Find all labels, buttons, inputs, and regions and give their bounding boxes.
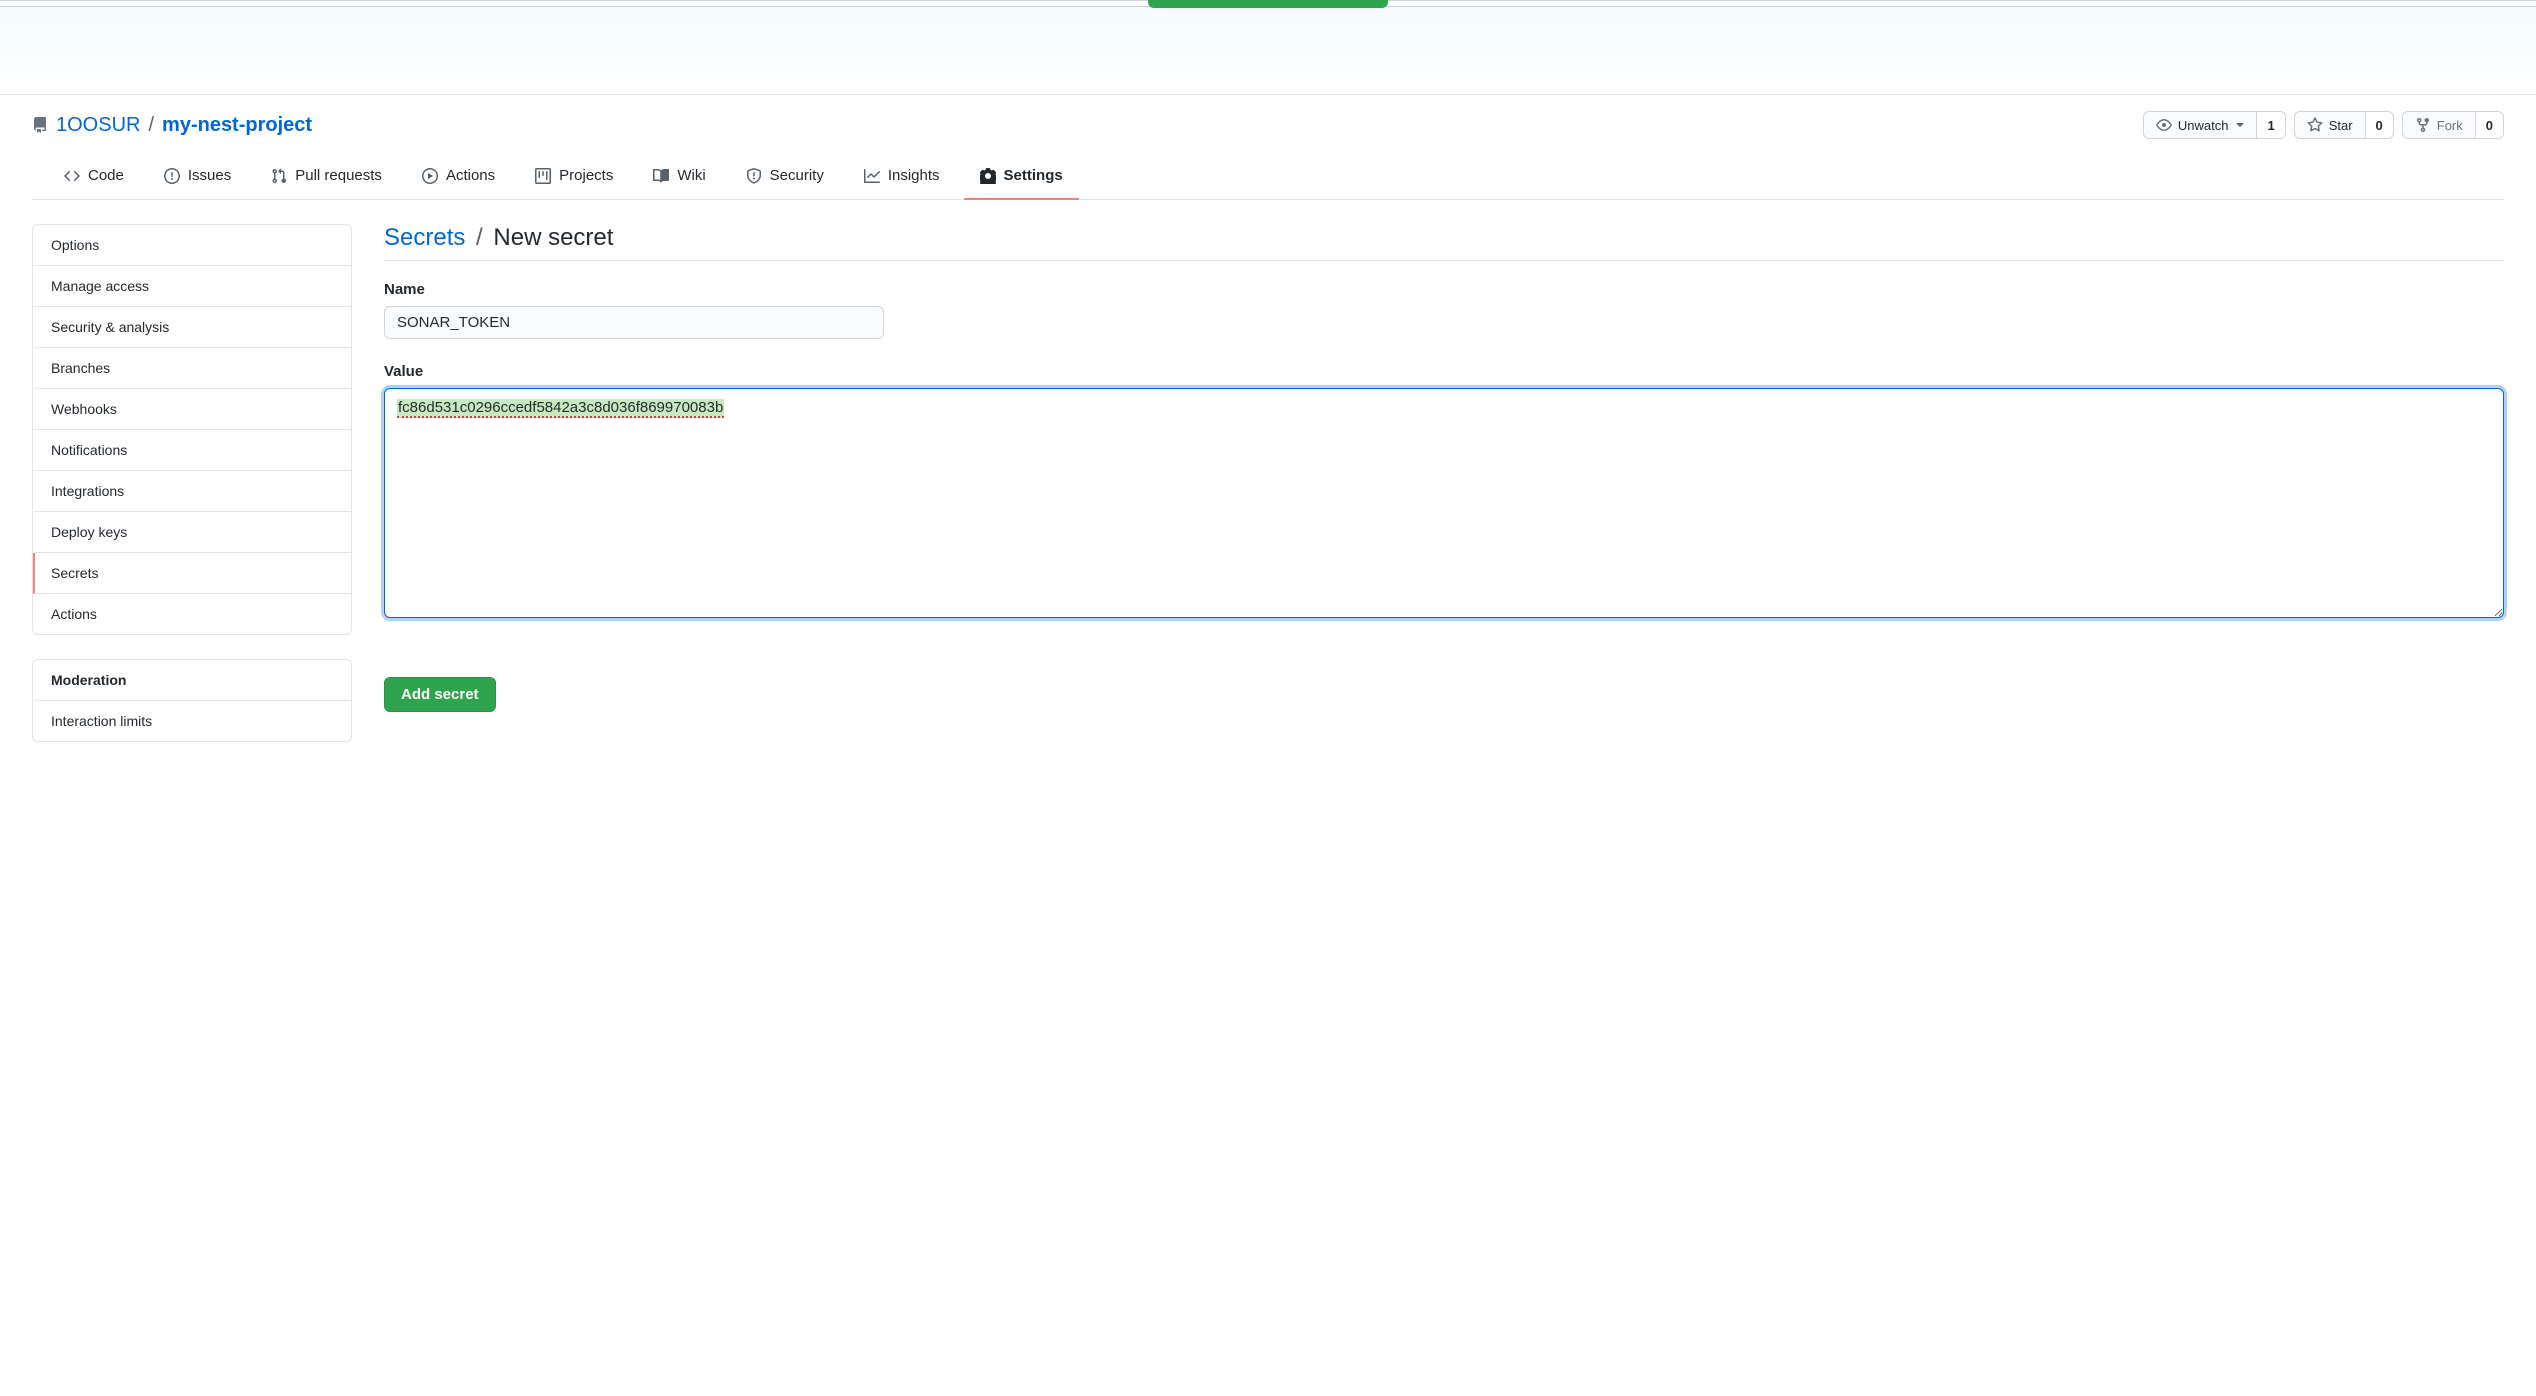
repo-owner-link[interactable]: 1OOSUR	[56, 114, 140, 137]
star-button[interactable]: Star	[2294, 111, 2366, 139]
tab-wiki-label: Wiki	[677, 167, 705, 184]
moderation-menu: Moderation Interaction limits	[32, 659, 352, 742]
secret-name-input[interactable]	[384, 306, 884, 339]
tab-insights[interactable]: Insights	[848, 157, 956, 200]
secrets-breadcrumb-link[interactable]: Secrets	[384, 224, 465, 251]
repo-tabnav: Code Issues Pull requests Actions Projec…	[32, 157, 2504, 200]
tab-pulls-label: Pull requests	[295, 167, 382, 184]
chevron-down-icon	[2236, 123, 2244, 127]
code-icon	[64, 168, 80, 184]
add-secret-button[interactable]: Add secret	[384, 677, 496, 712]
breadcrumb-sep: /	[476, 224, 483, 251]
tab-insights-label: Insights	[888, 167, 940, 184]
page-title: Secrets / New secret	[384, 224, 2504, 252]
pull-request-icon	[271, 168, 287, 184]
watchers-count[interactable]: 1	[2257, 111, 2285, 139]
sidebar-item-secrets[interactable]: Secrets	[33, 553, 351, 594]
repo-title: 1OOSUR / my-nest-project	[32, 114, 312, 137]
tab-projects[interactable]: Projects	[519, 157, 629, 200]
sidebar-item-branches[interactable]: Branches	[33, 348, 351, 389]
project-icon	[535, 168, 551, 184]
tab-wiki[interactable]: Wiki	[637, 157, 721, 200]
content: Secrets / New secret Name Value fc86d531…	[384, 224, 2504, 766]
eye-icon	[2156, 117, 2172, 133]
fork-icon	[2415, 117, 2431, 133]
fork-label: Fork	[2437, 118, 2463, 133]
tab-security-label: Security	[770, 167, 824, 184]
forks-count[interactable]: 0	[2476, 111, 2504, 139]
play-icon	[422, 168, 438, 184]
tab-code-label: Code	[88, 167, 124, 184]
top-green-bar	[1148, 0, 1388, 8]
unwatch-button[interactable]: Unwatch	[2143, 111, 2258, 139]
sidebar-item-deploy-keys[interactable]: Deploy keys	[33, 512, 351, 553]
settings-sidebar: OptionsManage accessSecurity & analysisB…	[32, 224, 352, 766]
header-banner	[0, 7, 2536, 95]
top-edge	[0, 0, 2536, 7]
moderation-heading: Moderation	[33, 660, 351, 701]
tab-actions[interactable]: Actions	[406, 157, 511, 200]
sidebar-item-notifications[interactable]: Notifications	[33, 430, 351, 471]
sidebar-item-interaction-limits[interactable]: Interaction limits	[33, 701, 351, 741]
sidebar-item-options[interactable]: Options	[33, 225, 351, 266]
star-icon	[2307, 117, 2323, 133]
tab-issues-label: Issues	[188, 167, 231, 184]
fork-button[interactable]: Fork	[2402, 111, 2476, 139]
main: OptionsManage accessSecurity & analysisB…	[0, 200, 2536, 790]
sidebar-item-actions[interactable]: Actions	[33, 594, 351, 634]
sidebar-item-security-analysis[interactable]: Security & analysis	[33, 307, 351, 348]
star-label: Star	[2329, 118, 2353, 133]
tab-actions-label: Actions	[446, 167, 495, 184]
sidebar-item-webhooks[interactable]: Webhooks	[33, 389, 351, 430]
repo-sep: /	[148, 114, 154, 137]
settings-menu: OptionsManage accessSecurity & analysisB…	[32, 224, 352, 635]
tab-security[interactable]: Security	[730, 157, 840, 200]
tab-settings[interactable]: Settings	[964, 157, 1079, 200]
tab-issues[interactable]: Issues	[148, 157, 247, 200]
issue-icon	[164, 168, 180, 184]
sidebar-item-manage-access[interactable]: Manage access	[33, 266, 351, 307]
book-icon	[653, 168, 669, 184]
title-divider	[384, 260, 2504, 261]
tab-settings-label: Settings	[1004, 167, 1063, 184]
tab-projects-label: Projects	[559, 167, 613, 184]
repo-head: 1OOSUR / my-nest-project Unwatch 1 Star …	[0, 95, 2536, 200]
stars-count[interactable]: 0	[2366, 111, 2394, 139]
tab-pulls[interactable]: Pull requests	[255, 157, 398, 200]
unwatch-label: Unwatch	[2178, 118, 2229, 133]
repo-name-link[interactable]: my-nest-project	[162, 114, 312, 137]
repo-actions: Unwatch 1 Star 0 Fork 0	[2143, 111, 2504, 139]
graph-icon	[864, 168, 880, 184]
gear-icon	[980, 168, 996, 184]
page-subtitle: New secret	[493, 224, 613, 251]
name-label: Name	[384, 281, 2504, 298]
secret-value-textarea[interactable]	[384, 388, 2504, 618]
shield-icon	[746, 168, 762, 184]
repo-icon	[32, 117, 48, 133]
sidebar-item-integrations[interactable]: Integrations	[33, 471, 351, 512]
value-label: Value	[384, 363, 2504, 380]
tab-code[interactable]: Code	[48, 157, 140, 200]
